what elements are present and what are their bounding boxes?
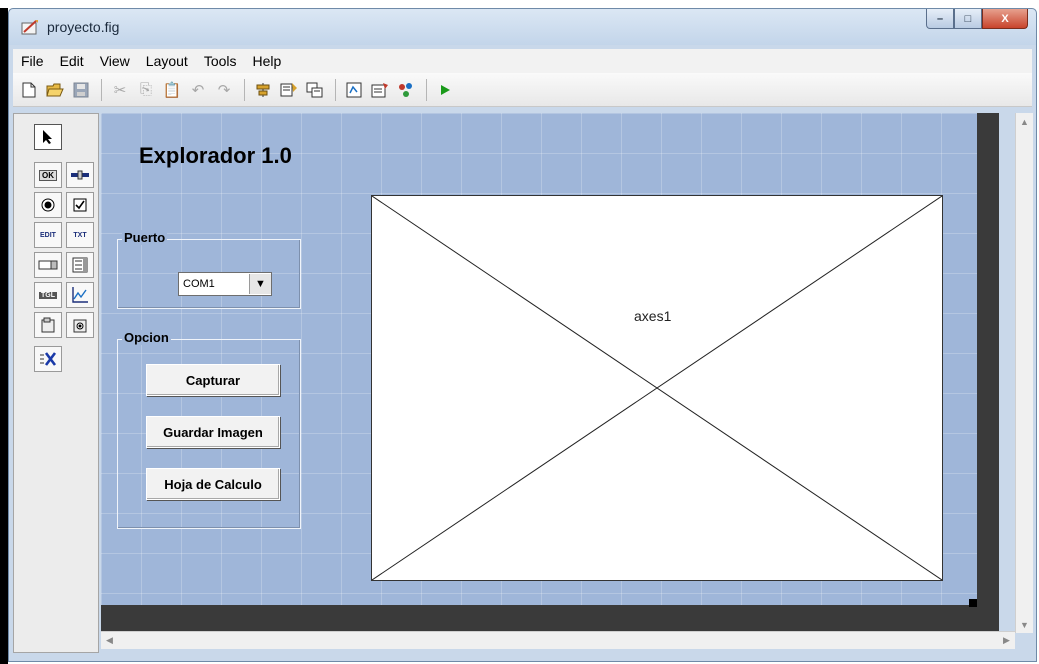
toggle-button-tool[interactable]: TGL: [34, 282, 62, 308]
run-icon[interactable]: [433, 78, 457, 102]
activex-icon: [40, 352, 57, 366]
scroll-right-icon[interactable]: ▶: [998, 632, 1015, 649]
minimize-button[interactable]: –: [926, 9, 954, 29]
vertical-scrollbar[interactable]: ▲ ▼: [1015, 113, 1033, 633]
window-edge: [0, 8, 8, 664]
align-icon[interactable]: [251, 78, 275, 102]
push-button-tool[interactable]: OK: [34, 162, 62, 188]
undo-icon[interactable]: ↶: [186, 78, 210, 102]
menu-help[interactable]: Help: [245, 53, 290, 69]
menu-layout[interactable]: Layout: [138, 53, 196, 69]
panel-tool[interactable]: [34, 312, 62, 338]
static-text-icon: TXT: [73, 231, 87, 239]
static-text-tool[interactable]: TXT: [66, 222, 94, 248]
new-icon[interactable]: [17, 78, 41, 102]
menu-bar: File Edit View Layout Tools Help: [13, 49, 1032, 73]
gui-title-text[interactable]: Explorador 1.0: [139, 143, 292, 169]
port-panel-title: Puerto: [122, 230, 168, 245]
toolbar-separator: [244, 78, 245, 101]
checkbox-icon: [73, 198, 87, 212]
panel-icon: [41, 317, 55, 333]
activex-tool[interactable]: [34, 346, 62, 372]
port-panel[interactable]: Puerto COM1 ▼: [117, 230, 301, 309]
toolbar-separator: [426, 78, 427, 101]
axes-icon: [72, 287, 88, 303]
slider-tool[interactable]: [66, 162, 94, 188]
edit-text-icon: EDIT: [40, 231, 56, 239]
capturar-button[interactable]: Capturar: [146, 364, 280, 396]
menu-edit[interactable]: Edit: [52, 53, 92, 69]
toolbar-separator: [335, 78, 336, 101]
paste-icon[interactable]: 📋: [160, 78, 184, 102]
guide-app-icon: [21, 20, 38, 35]
toolbar: ✂ ⎘ 📋 ↶ ↷: [13, 73, 1032, 107]
menu-tools[interactable]: Tools: [196, 53, 245, 69]
canvas-border-right: [977, 113, 999, 633]
push-button-icon: OK: [39, 169, 57, 181]
open-icon[interactable]: [43, 78, 67, 102]
copy-icon[interactable]: ⎘: [134, 78, 158, 102]
slider-icon: [71, 170, 89, 180]
port-popup-value: COM1: [183, 278, 215, 290]
hoja-de-calculo-button[interactable]: Hoja de Calculo: [146, 468, 280, 500]
object-browser-icon[interactable]: [394, 78, 418, 102]
listbox-tool[interactable]: [66, 252, 94, 278]
port-popup-menu[interactable]: COM1 ▼: [178, 272, 272, 296]
menu-view[interactable]: View: [92, 53, 138, 69]
option-panel-title: Opcion: [122, 330, 171, 345]
title-bar[interactable]: proyecto.fig – □ X: [9, 9, 1036, 45]
canvas-border-bottom: [101, 605, 999, 631]
scroll-up-icon[interactable]: ▲: [1016, 113, 1033, 130]
property-inspector-icon[interactable]: [368, 78, 392, 102]
select-tool[interactable]: [34, 124, 62, 150]
option-panel[interactable]: Opcion Capturar Guardar Imagen Hoja de C…: [117, 330, 301, 529]
edit-text-tool[interactable]: EDIT: [34, 222, 62, 248]
tab-order-icon[interactable]: [303, 78, 327, 102]
close-icon: X: [1001, 12, 1009, 25]
close-button[interactable]: X: [982, 9, 1028, 29]
mfile-editor-icon[interactable]: [342, 78, 366, 102]
popup-menu-tool[interactable]: [34, 252, 62, 278]
axes-cross-lines: [372, 196, 942, 580]
checkbox-tool[interactable]: [66, 192, 94, 218]
arrow-cursor-icon: [43, 130, 52, 144]
guardar-imagen-button[interactable]: Guardar Imagen: [146, 416, 280, 448]
minimize-icon: –: [936, 12, 944, 25]
scroll-left-icon[interactable]: ◀: [101, 632, 118, 649]
scroll-down-icon[interactable]: ▼: [1016, 616, 1033, 633]
radio-button-tool[interactable]: [34, 192, 62, 218]
canvas-resize-handle[interactable]: [969, 599, 977, 607]
cut-icon[interactable]: ✂: [108, 78, 132, 102]
menu-file[interactable]: File: [13, 53, 52, 69]
axes1-label: axes1: [634, 308, 672, 324]
maximize-button[interactable]: □: [954, 9, 982, 29]
chevron-down-icon[interactable]: ▼: [249, 274, 271, 294]
toolbar-separator: [101, 78, 102, 101]
guide-window: proyecto.fig – □ X File Edit View Layout…: [8, 8, 1037, 662]
listbox-icon: [72, 257, 88, 273]
menu-editor-icon[interactable]: [277, 78, 301, 102]
axes-tool[interactable]: [66, 282, 94, 308]
radio-icon: [41, 198, 55, 212]
horizontal-scrollbar[interactable]: ◀ ▶: [101, 631, 1015, 649]
toggle-button-icon: TGL: [39, 291, 57, 299]
axes1-placeholder[interactable]: axes1: [371, 195, 943, 581]
caption-buttons: – □ X: [926, 9, 1028, 29]
popup-menu-icon: [38, 260, 58, 270]
redo-icon[interactable]: ↷: [212, 78, 236, 102]
button-group-tool[interactable]: [66, 312, 94, 338]
save-icon[interactable]: [69, 78, 93, 102]
layout-canvas[interactable]: Explorador 1.0 Puerto COM1 ▼ Opcion Capt…: [101, 113, 977, 605]
button-group-icon: [73, 319, 87, 333]
maximize-icon: □: [964, 12, 972, 25]
window-title: proyecto.fig: [47, 19, 120, 35]
component-palette: OK EDIT TXT TGL: [13, 113, 99, 653]
